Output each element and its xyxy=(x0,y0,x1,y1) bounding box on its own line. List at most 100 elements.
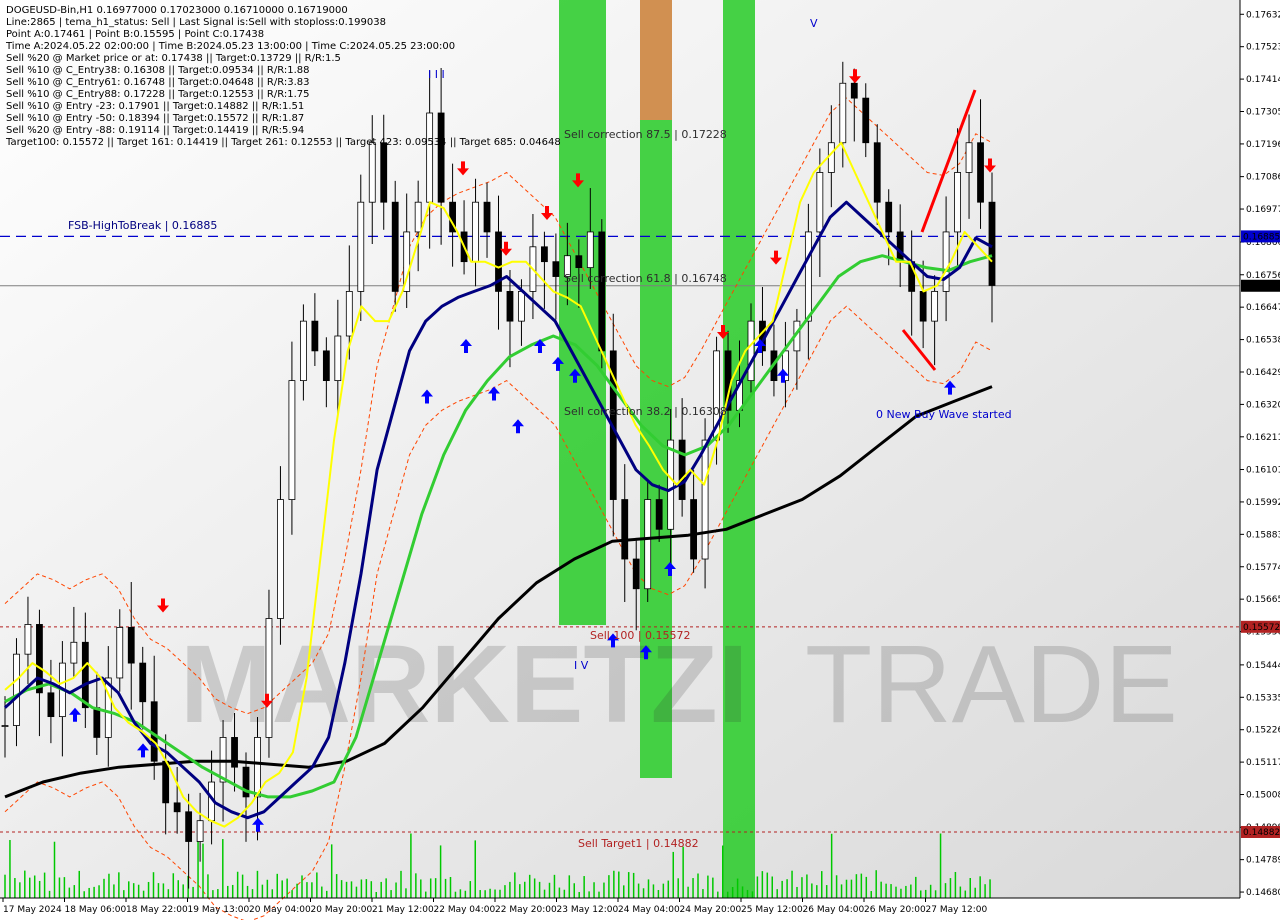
time-tick-label: 27 May 12:00 xyxy=(926,905,988,915)
time-tick-label: 19 May 13:00 xyxy=(188,905,250,915)
price-tick-label: 0.15335 xyxy=(1246,693,1280,703)
price-tick-label: 0.16538 xyxy=(1246,336,1280,346)
wave-iii-label: I I I xyxy=(428,68,445,81)
price-tick-label: 0.17196 xyxy=(1246,140,1280,150)
price-tick-label: 0.16211 xyxy=(1246,433,1280,443)
candle-body xyxy=(357,201,365,292)
candle-body xyxy=(380,142,388,203)
chart-window: MARKETZI TRADE Sell correction 87.5 | 0.… xyxy=(0,0,1280,920)
wave-v-label: V xyxy=(810,17,818,30)
candle-body xyxy=(162,760,170,804)
fsb-label: FSB-HighToBreak | 0.16885 xyxy=(68,219,217,232)
candle-body xyxy=(334,335,342,382)
candle-body xyxy=(862,97,870,144)
price-tick-label: 0.16429 xyxy=(1246,368,1280,378)
candle-body xyxy=(483,201,491,233)
candle-body xyxy=(965,142,973,173)
info-line: Sell %10 @ Entry -50: 0.18394 || Target:… xyxy=(6,113,304,124)
price-tick-label: 0.16756 xyxy=(1246,271,1280,281)
candle-body xyxy=(1,725,9,727)
candle-body xyxy=(47,692,55,718)
time-tick-label: 26 May 04:00 xyxy=(803,905,865,915)
time-tick-label: 22 May 04:00 xyxy=(434,905,496,915)
candle-body xyxy=(472,201,479,263)
candle-body xyxy=(254,737,261,798)
candle-body xyxy=(644,499,652,590)
new-buy-wave-label: 0 New Buy Wave started xyxy=(876,408,1012,421)
sell-100-label: Sell 100 | 0.15572 xyxy=(590,629,691,642)
time-tick-label: 25 May 12:00 xyxy=(741,905,803,915)
zone-band xyxy=(640,0,672,120)
candle-body xyxy=(850,82,858,99)
candle-body xyxy=(173,802,181,813)
candle-body xyxy=(288,380,296,500)
candle-body xyxy=(655,499,663,530)
candle-body xyxy=(24,624,32,655)
candle-body xyxy=(518,291,525,322)
candle-body xyxy=(747,320,755,382)
candle-body xyxy=(426,112,434,203)
price-tick-label: 0.15444 xyxy=(1246,661,1280,671)
candle-body xyxy=(322,350,330,382)
candle-body xyxy=(954,172,961,233)
info-line: Point A:0.17461 | Point B:0.15595 | Poin… xyxy=(6,29,264,40)
candle-body xyxy=(116,627,124,679)
price-axis-panel xyxy=(1240,0,1280,920)
watermark-right: TRADE xyxy=(805,623,1178,746)
time-tick-label: 26 May 20:00 xyxy=(864,905,926,915)
candle-body xyxy=(919,291,927,322)
price-tick-label: 0.16101 xyxy=(1246,466,1280,476)
candle-body xyxy=(81,641,89,709)
candle-body xyxy=(391,201,399,292)
candle-body xyxy=(185,811,193,842)
info-line: Target100: 0.15572 || Target 161: 0.1441… xyxy=(5,137,561,148)
candle-body xyxy=(804,231,812,322)
candle-body xyxy=(839,82,847,144)
candle-body xyxy=(139,662,147,703)
candle-body xyxy=(873,142,881,203)
candle-body xyxy=(827,142,835,173)
zone-band xyxy=(723,0,755,898)
candle-body xyxy=(690,499,698,560)
info-line: Sell %10 @ C_Entry88: 0.17228 || Target:… xyxy=(6,89,309,100)
info-line: Time A:2024.05.22 02:00:00 | Time B:2024… xyxy=(5,41,455,52)
candle-body xyxy=(13,653,20,726)
time-tick-label: 21 May 12:00 xyxy=(372,905,434,915)
candle-body xyxy=(896,231,904,263)
time-tick-label: 24 May 20:00 xyxy=(680,905,742,915)
candle-body xyxy=(621,499,629,560)
time-tick-label: 20 May 20:00 xyxy=(311,905,373,915)
price-tick-label: 0.16647 xyxy=(1246,303,1280,313)
candle-body xyxy=(632,558,640,590)
candle-body xyxy=(816,172,824,233)
candle-body xyxy=(93,707,101,738)
price-tick-label: 0.14680 xyxy=(1246,888,1280,898)
price-tag-sell100: 0.15572 xyxy=(1243,623,1280,633)
price-tick-label: 0.15008 xyxy=(1246,791,1280,801)
candle-body xyxy=(277,499,284,619)
candle-body xyxy=(368,142,376,203)
candle-body xyxy=(678,439,686,500)
price-tick-label: 0.15774 xyxy=(1246,563,1280,573)
info-line: Sell %10 @ Entry -23: 0.17901 || Target:… xyxy=(6,101,304,112)
time-tick-label: 24 May 04:00 xyxy=(618,905,680,915)
info-line: Sell %10 @ C_Entry61: 0.16748 || Target:… xyxy=(6,77,309,88)
candle-body xyxy=(70,641,78,664)
price-tag-target1: 0.14882 xyxy=(1243,828,1280,838)
sell-correction-618-label: Sell correction 61.8 | 0.16748 xyxy=(564,272,727,285)
time-tick-label: 20 May 04:00 xyxy=(249,905,311,915)
candle-body xyxy=(701,439,709,560)
candle-body xyxy=(414,201,422,233)
sell-target1-label: Sell Target1 | 0.14882 xyxy=(578,837,699,850)
price-tick-label: 0.16320 xyxy=(1246,400,1280,410)
price-tick-label: 0.16977 xyxy=(1246,205,1280,215)
info-line: Sell %20 @ Market price or at: 0.17438 |… xyxy=(6,53,341,64)
price-tick-label: 0.17523 xyxy=(1246,43,1280,53)
sell-correction-382-label: Sell correction 38.2 | 0.16308 xyxy=(564,405,727,418)
candle-body xyxy=(36,624,43,694)
price-tick-label: 0.17414 xyxy=(1246,75,1280,85)
candle-body xyxy=(552,261,560,277)
candle-body xyxy=(977,142,984,203)
candle-body xyxy=(311,320,319,352)
candle-body xyxy=(931,291,939,322)
